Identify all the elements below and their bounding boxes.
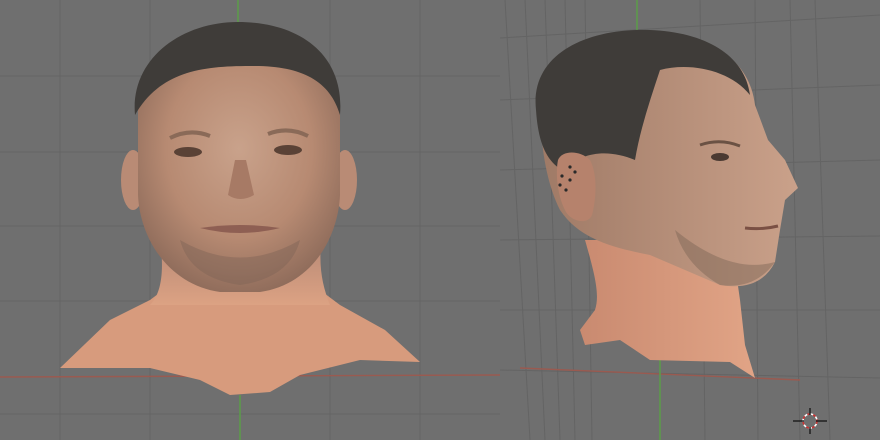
eye xyxy=(711,153,729,161)
head-model-front[interactable] xyxy=(0,0,500,440)
eye-right xyxy=(274,145,302,155)
head-model-side[interactable] xyxy=(500,0,880,440)
blender-3d-window xyxy=(0,0,880,440)
3d-cursor-icon[interactable] xyxy=(793,408,827,434)
viewport-front[interactable] xyxy=(0,0,500,440)
eye-left xyxy=(174,147,202,157)
viewport-side[interactable] xyxy=(500,0,880,440)
